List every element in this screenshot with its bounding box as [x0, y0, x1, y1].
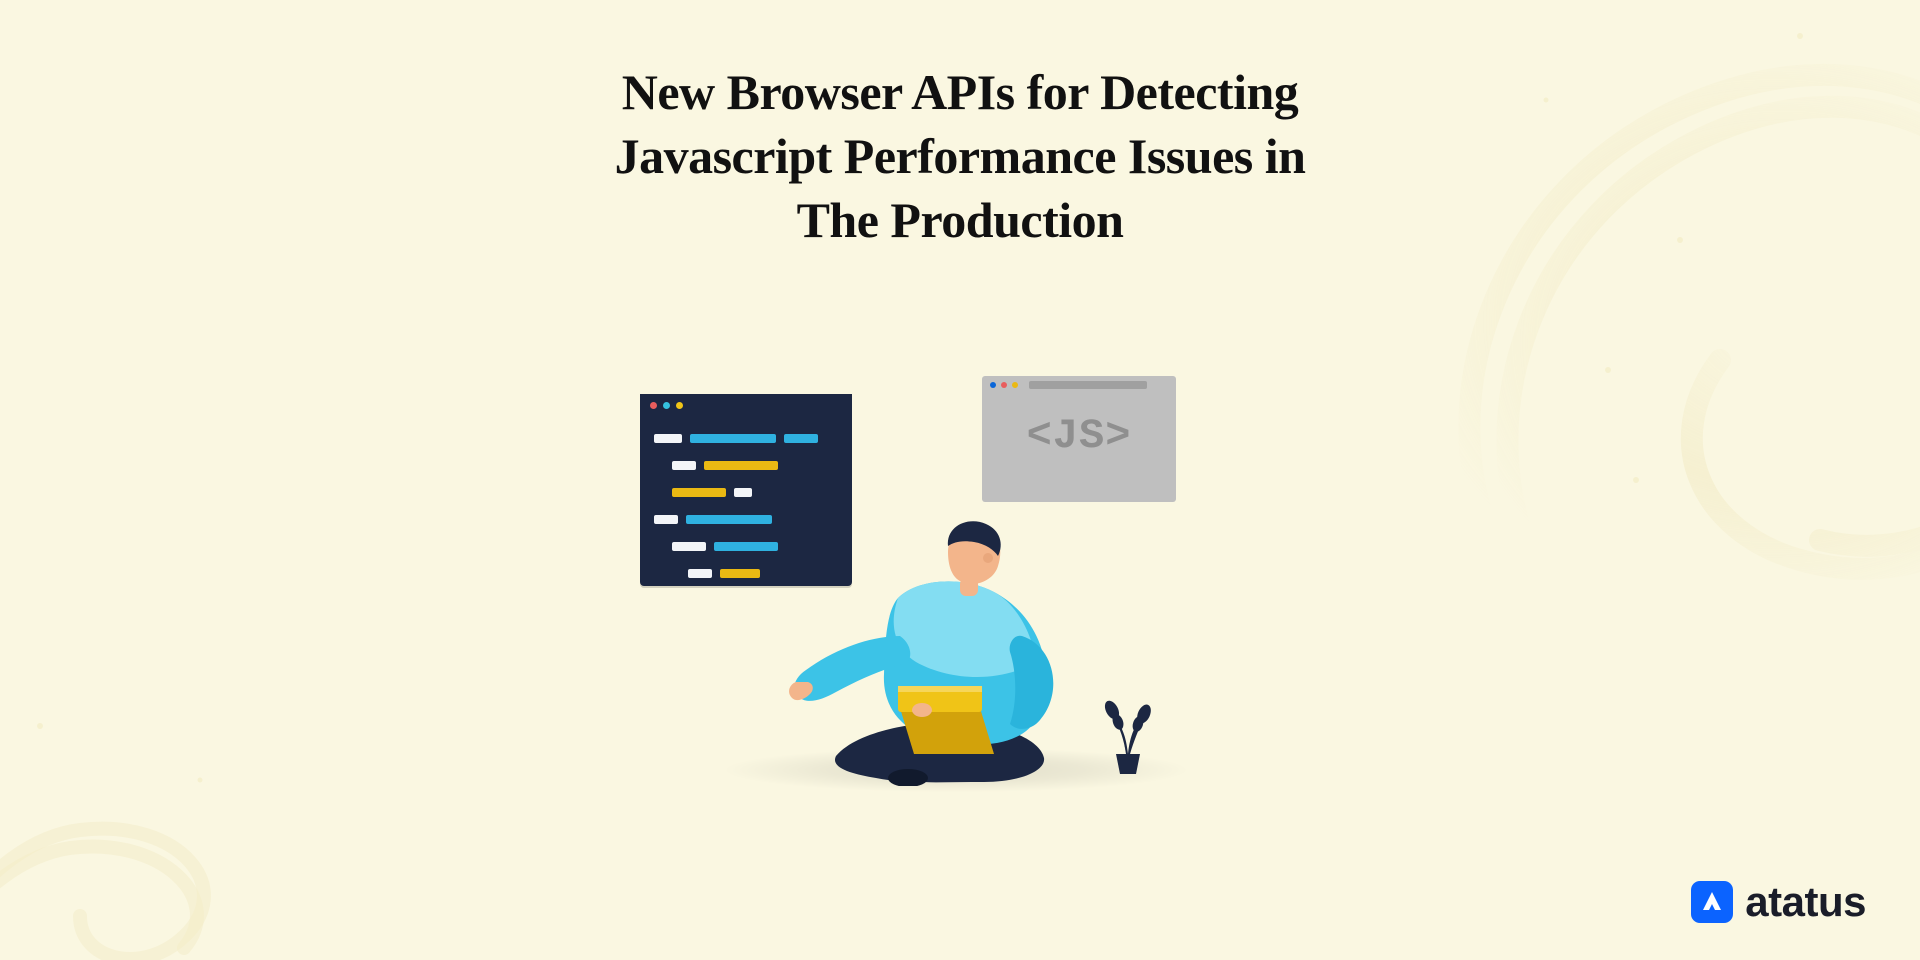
dot-red-icon	[1001, 382, 1007, 388]
hero-illustration: <JS>	[640, 376, 1280, 816]
developer-illustration	[788, 486, 1088, 786]
code-window-titlebar	[640, 394, 852, 416]
page-title: New Browser APIs for Detecting Javascrip…	[360, 60, 1560, 252]
brand-lockup: atatus	[1691, 878, 1866, 926]
js-preview-window: <JS>	[982, 376, 1176, 502]
dot-yellow-icon	[1012, 382, 1018, 388]
dot-blue-icon	[990, 382, 996, 388]
brand-name: atatus	[1745, 878, 1866, 926]
plant-icon	[1096, 688, 1160, 784]
js-window-label: <JS>	[982, 412, 1176, 460]
js-window-address-strip	[1029, 381, 1147, 389]
title-line-1: New Browser APIs for Detecting	[622, 64, 1299, 120]
decorative-swirl-bottom-left	[0, 660, 400, 960]
js-window-titlebar	[982, 376, 1176, 394]
traffic-light-cyan-icon	[663, 402, 670, 409]
traffic-light-yellow-icon	[676, 402, 683, 409]
title-line-3: The Production	[797, 192, 1124, 248]
brand-logo-icon	[1691, 881, 1733, 923]
traffic-light-red-icon	[650, 402, 657, 409]
title-line-2: Javascript Performance Issues in	[615, 128, 1306, 184]
